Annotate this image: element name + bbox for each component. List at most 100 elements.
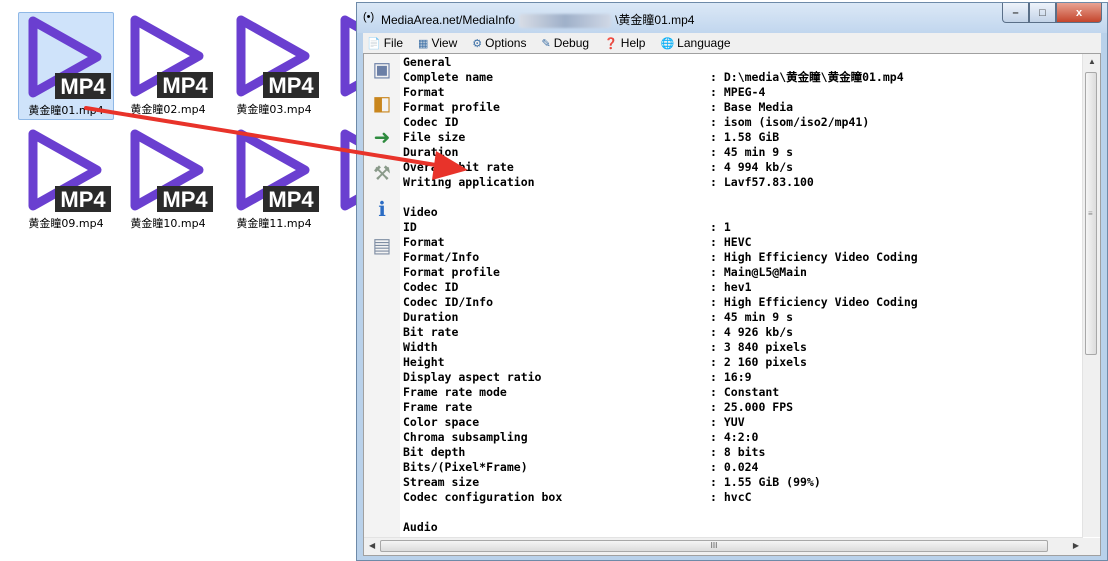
info-value: : MPEG-4	[710, 85, 766, 99]
media-info-text[interactable]: General Complete name: D:\media\黄金瞳\黄金瞳01…	[402, 54, 1082, 537]
horizontal-scrollbar[interactable]: ◀ III ▶	[364, 537, 1083, 555]
menu-help[interactable]: ❓ Help	[600, 36, 645, 50]
info-label: Format profile	[403, 265, 500, 279]
menu-label: View	[431, 36, 458, 50]
info-row: Duration: 45 min 9 s	[403, 310, 1082, 325]
menu-debug[interactable]: ✎ Debug	[537, 36, 589, 50]
info-label: Writing application	[403, 175, 535, 189]
info-value: : Constant	[710, 385, 780, 399]
vertical-scrollbar[interactable]: ▲ ≡	[1082, 54, 1100, 537]
desktop-file[interactable]: MP4 黄金瞳11.mp4	[226, 126, 322, 234]
file-icon: 📄	[367, 37, 381, 50]
desktop-file[interactable]: MP4 黄金瞳09.mp4	[18, 126, 114, 234]
about-icon[interactable]: ℹ	[369, 196, 395, 222]
info-row: Format: MPEG-4	[403, 85, 1082, 100]
horizontal-scroll-thumb[interactable]: III	[380, 540, 1048, 552]
info-value: : 1.58 GiB	[710, 130, 780, 144]
info-label: ID	[403, 220, 417, 234]
info-row: Codec ID: isom (isom/iso2/mp41)	[403, 115, 1082, 130]
info-row: Writing application : Lavf57.83.100	[403, 175, 1082, 190]
view-icon: ▦	[418, 37, 429, 50]
info-row: File size: 1.58 GiB	[403, 130, 1082, 145]
info-value: : YUV	[710, 415, 745, 429]
info-label: Bit depth	[403, 445, 466, 459]
preferences-icon[interactable]: ⚒	[369, 160, 395, 186]
info-value: : Main@L5@Main	[710, 265, 807, 279]
info-value: : Base Media	[710, 100, 794, 114]
scroll-grip-icon: ≡	[1088, 209, 1093, 218]
info-label: Frame rate	[403, 400, 473, 414]
info-value: : 1.55 GiB (99%)	[710, 475, 821, 489]
info-value: : 3 840 pixels	[710, 340, 807, 354]
title-bar[interactable]: (•) MediaArea.net/MediaInfo \黄金瞳01.mp4 – …	[357, 3, 1107, 33]
mp4-file-icon: MP4	[236, 15, 319, 98]
maximize-button[interactable]: □	[1029, 3, 1056, 23]
desktop-file[interactable]: MP4 黄金瞳10.mp4	[120, 126, 216, 234]
menu-language[interactable]: 🌐 Language	[656, 36, 730, 50]
file-type-badge: MP4	[60, 74, 106, 99]
menu-file[interactable]: 📄 File	[363, 36, 403, 50]
info-value: : 45 min 9 s	[710, 310, 794, 324]
menu-label: File	[383, 36, 404, 50]
file-name: 黄金瞳09.mp4	[28, 217, 104, 230]
file-type-badge: MP4	[162, 187, 208, 212]
info-row: Chroma subsampling: 4:2:0	[403, 430, 1082, 445]
minimize-button[interactable]: –	[1002, 3, 1029, 23]
mp4-file-icon: MP4	[130, 15, 213, 98]
info-label: Complete name	[403, 70, 494, 84]
client-area: ▣ ◧ ➜ ⚒ ℹ ▤ General Complete name: D:\media\黄金…	[363, 53, 1101, 556]
file-type-badge: MP4	[268, 187, 314, 212]
info-label: Format profile	[403, 100, 500, 114]
close-button[interactable]: x	[1056, 3, 1102, 23]
open-folder-icon[interactable]: ◧	[369, 90, 395, 116]
file-name: 黄金瞳10.mp4	[130, 217, 206, 230]
info-row: Format profile : Base Media	[403, 100, 1082, 115]
info-label: Display aspect ratio	[403, 370, 542, 384]
scrollbar-corner	[1083, 538, 1100, 555]
export-icon[interactable]: ➜	[369, 124, 395, 150]
desktop-file[interactable]: MP4 黄金瞳02.mp4	[120, 12, 216, 120]
section-header: General	[403, 55, 452, 69]
info-row: Bit rate: 4 926 kb/s	[403, 325, 1082, 340]
mediainfo-window: (•) MediaArea.net/MediaInfo \黄金瞳01.mp4 – …	[356, 2, 1108, 561]
info-label: Codec ID	[403, 115, 459, 129]
info-row: Frame rate : 25.000 FPS	[403, 400, 1082, 415]
info-value: : 4:2:0	[710, 430, 759, 444]
info-row: ID: 1	[403, 220, 1082, 235]
file-name: 黄金瞳02.mp4	[130, 103, 206, 116]
file-name: 黄金瞳03.mp4	[236, 103, 312, 116]
desktop: MP4 黄金瞳01.mp4 MP4 黄金瞳02.mp4 MP4 黄金瞳03.mp4 MP4 黄…	[0, 0, 423, 561]
info-value: : High Efficiency Video Coding	[710, 295, 918, 309]
mp4-file-icon: MP4	[236, 129, 319, 212]
menu-options[interactable]: ⚙ Options	[468, 36, 526, 50]
scroll-up-arrow-icon[interactable]: ▲	[1088, 57, 1096, 66]
scroll-grip: III	[710, 541, 718, 550]
info-label: Frame rate mode	[403, 385, 507, 399]
info-row: Frame rate mode : Constant	[403, 385, 1082, 400]
desktop-file[interactable]: MP4 黄金瞳01.mp4	[18, 12, 114, 120]
scroll-left-arrow-icon[interactable]: ◀	[369, 541, 375, 550]
menu-label: Help	[620, 36, 646, 50]
debug-icon: ✎	[541, 37, 551, 50]
info-row: Format profile : Main@L5@Main	[403, 265, 1082, 280]
info-value: : 2 160 pixels	[710, 355, 807, 369]
menu-label: Debug	[553, 36, 590, 50]
desktop-file[interactable]: MP4 黄金瞳03.mp4	[226, 12, 322, 120]
menu-view[interactable]: ▦ View	[414, 36, 457, 50]
menu-bar: 📄 File ▦ View ⚙ Options ✎ Debug ❓ Help 🌐 Language	[363, 33, 1101, 54]
file-type-badge: MP4	[268, 73, 314, 98]
info-label: Bits/(Pixel*Frame)	[403, 460, 528, 474]
info-label: Height	[403, 355, 445, 369]
info-value: : Lavf57.83.100	[710, 175, 814, 189]
file-type-badge: MP4	[162, 73, 208, 98]
knowledge-base-icon[interactable]: ▤	[369, 232, 395, 258]
info-value: : 25.000 FPS	[710, 400, 794, 414]
info-row: Height : 2 160 pixels	[403, 355, 1082, 370]
info-label: Codec ID/Info	[403, 295, 494, 309]
side-toolbar: ▣ ◧ ➜ ⚒ ℹ ▤	[364, 54, 400, 537]
open-file-icon[interactable]: ▣	[369, 56, 395, 82]
info-label: Stream size	[403, 475, 480, 489]
file-name: 黄金瞳11.mp4	[236, 217, 312, 230]
info-row: Codec configuration box: hvcC	[403, 490, 1082, 505]
scroll-right-arrow-icon[interactable]: ▶	[1073, 541, 1079, 550]
